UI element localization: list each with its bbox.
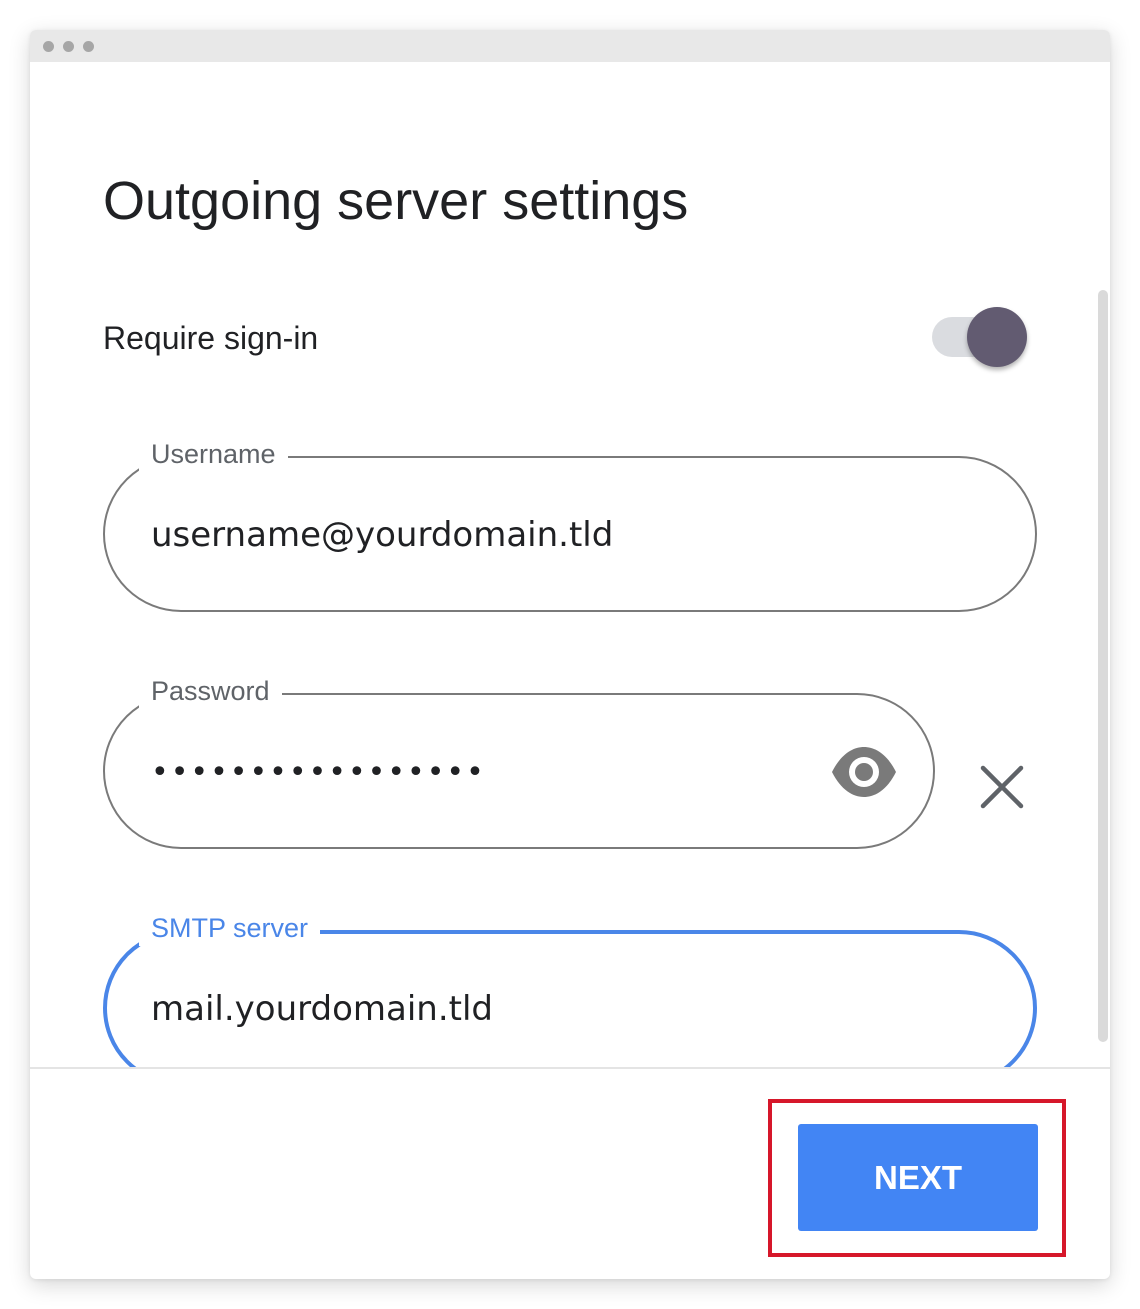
eye-icon[interactable] bbox=[831, 743, 897, 801]
settings-form: Outgoing server settings Require sign-in… bbox=[30, 62, 1110, 1067]
title-bar bbox=[30, 30, 1110, 62]
username-input[interactable] bbox=[151, 507, 771, 563]
window-dot-icon bbox=[83, 41, 94, 52]
dialog-window: Outgoing server settings Require sign-in… bbox=[30, 30, 1110, 1279]
next-button[interactable]: NEXT bbox=[798, 1124, 1038, 1231]
window-dot-icon bbox=[43, 41, 54, 52]
password-label: Password bbox=[139, 673, 282, 709]
username-field[interactable]: Username bbox=[103, 436, 1037, 612]
require-signin-label: Require sign-in bbox=[103, 320, 319, 356]
close-icon[interactable] bbox=[974, 759, 1030, 815]
dialog-footer: NEXT bbox=[30, 1069, 1110, 1279]
password-input[interactable] bbox=[151, 744, 711, 800]
scrollbar[interactable] bbox=[1098, 290, 1108, 1042]
smtp-server-field[interactable]: SMTP server bbox=[103, 910, 1037, 1067]
window-dot-icon bbox=[63, 41, 74, 52]
page-title: Outgoing server settings bbox=[103, 171, 689, 231]
toggle-thumb bbox=[967, 307, 1027, 367]
username-label: Username bbox=[139, 436, 288, 472]
require-signin-toggle[interactable] bbox=[932, 306, 1030, 370]
password-field[interactable]: Password bbox=[103, 673, 935, 849]
smtp-server-label: SMTP server bbox=[139, 910, 321, 946]
smtp-server-input[interactable] bbox=[151, 981, 771, 1037]
